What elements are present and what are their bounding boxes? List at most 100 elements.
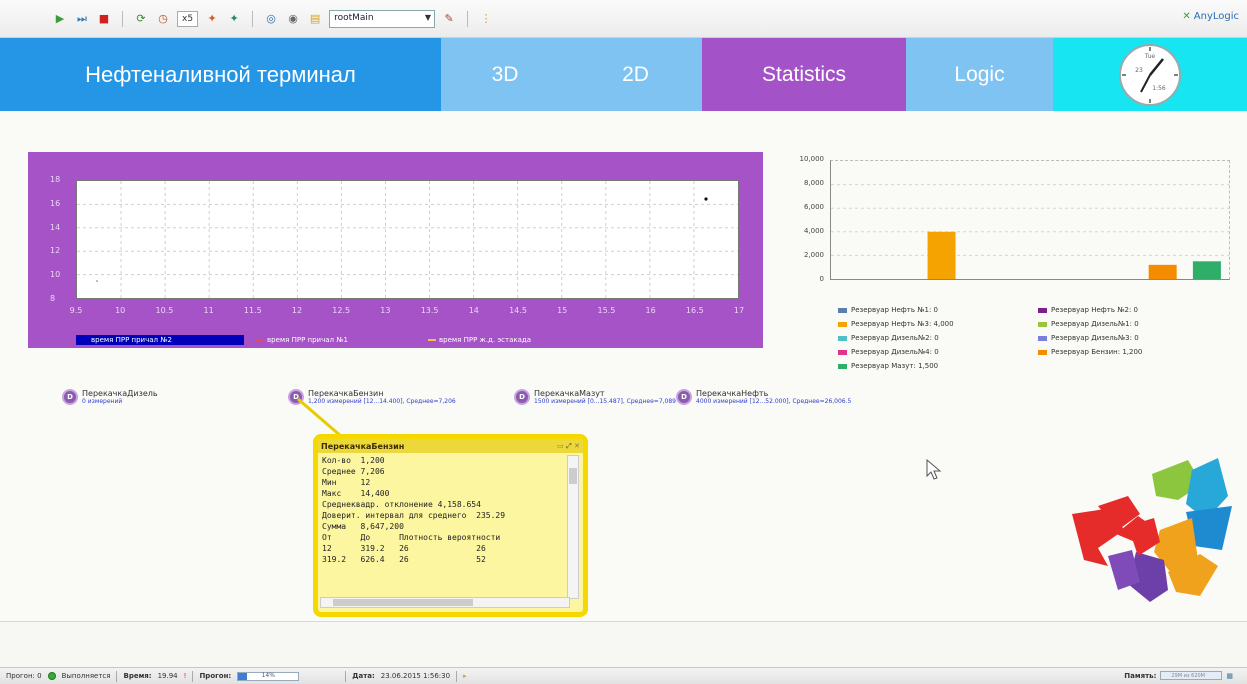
legend-swatch [838,307,847,313]
data-point [704,197,708,201]
memory-bar: 29М из 620М [1160,671,1223,680]
dataset-icon: D [62,389,78,405]
scroll-thumb[interactable] [333,599,473,606]
popup-vertical-scrollbar[interactable] [567,455,579,599]
time-plot-grid [77,181,738,298]
simulation-window: ▶ ⏭ ■ ⟳ ◷ x5 ✦ ✦ ◎ ◉ ▤ rootMain ▼ ✎ ⋮ ✕ An… [0,0,1247,684]
more-icon[interactable]: ⋮ [478,11,494,27]
step-button[interactable]: ⏭ [74,11,90,27]
time-plot-y-tick: 10 [50,270,61,280]
legend-label: Резервуар Бензин: 1,200 [1051,348,1143,356]
clock-day: Tue [1144,53,1156,60]
legend-label: Резервуар Нефть №2: 0 [1051,306,1138,314]
tab-statistics[interactable]: Statistics [702,38,906,111]
popup-statistics-text: Кол-во 1,200 Среднее 7,206 Мин 12 Макс 14,4… [318,453,570,603]
logo-icon [1072,458,1232,602]
popup-title: ПерекачкаБензин [321,441,405,451]
run-label: Прогон: 0 [6,672,42,680]
slower-icon[interactable]: ✦ [204,11,220,27]
toolbar-divider [122,10,123,27]
run-state: Выполняется [61,672,111,680]
dataset-oil[interactable]: D ПерекачкаНефть 4000 измерений [12...52.… [676,389,851,405]
time-plot-y-tick: 8 [50,294,56,303]
time-plot-x-tick: 14 [468,306,479,315]
dataset-fuel-oil[interactable]: D ПерекачкаМазут 1500 измерений [0...15.4… [514,389,676,405]
legend-item-berth-2: время ПРР причал №2 [76,335,244,345]
stop-button[interactable]: ■ [96,11,112,27]
popup-horizontal-scrollbar[interactable] [320,597,570,608]
bar-legend-item: Резервуар Дизель№1: 0 [1038,320,1238,328]
inspect-icon[interactable]: ✎ [441,11,457,27]
faster-icon[interactable]: ✦ [226,11,242,27]
tab-3d[interactable]: 3D [441,38,569,111]
bar [927,231,956,279]
status-bar: Прогон: 0 Выполняется Время: 19.94 ! Про… [0,667,1247,684]
status-play-icon: ▸ [463,672,467,680]
time-plot-x-tick: 13 [380,306,391,315]
page-title: Нефтеналивной терминал [0,38,441,111]
bar-chart-y-tick: 8,000 [803,179,824,187]
time-plot-y-tick: 18 [50,175,61,184]
time-plot-x-tick: 14.5 [509,306,527,315]
garbage-collect-icon[interactable]: ▦ [1226,672,1233,680]
bar-legend-item: Резервуар Дизель№3: 0 [1038,334,1238,342]
progress-label: Прогон: [199,672,232,680]
dataset-diesel[interactable]: D ПерекачкаДизель 0 измерений [62,389,158,405]
time-plot-x-tick: 12.5 [332,306,351,315]
legend-label: Резервуар Дизель№4: 0 [851,348,939,356]
time-plot-x-tick: 15 [557,306,568,315]
bar-chart-y-tick: 6,000 [803,203,824,211]
memory-indicator: Память: 29М из 620М ▦ [1124,671,1233,680]
popup-titlebar[interactable]: ПерекачкаБензин ▭ ⤢ ✕ [318,439,583,453]
bar-legend-item: Резервуар Нефть №2: 0 [1038,306,1238,314]
popup-line: Среднеквадр. отклонение 4,158.654 [322,500,481,509]
view-area-icon[interactable]: ▤ [307,11,323,27]
run-progress-bar: 14% [237,671,300,681]
statistics-view: 18 16 14 12 10 8 9.5 10 10.5 11 11.5 12 12.5 13 13.5 1… [0,111,1247,621]
popup-window-controls[interactable]: ▭ ⤢ ✕ [557,442,583,451]
bar-legend-item: Резервуар Нефть №1: 0 [838,306,1038,314]
camera-icon[interactable]: ◉ [285,11,301,27]
popup-line: Макс 14,400 [322,489,390,498]
view-area-value: rootMain [334,12,374,23]
run-button[interactable]: ▶ [52,11,68,27]
progress-percent: 14% [261,671,275,679]
navigation-bar: Нефтеналивной терминал 3D 2D Statistics … [0,38,1247,111]
time-plot-x-tick: 15.5 [597,306,616,315]
popup-line: Сумма 8,647,200 [322,522,404,531]
speed-selector[interactable]: x5 [177,10,199,27]
status-divider [192,670,194,682]
bar [1192,261,1221,279]
anylogic-link[interactable]: ✕ AnyLogic [1182,11,1239,22]
tab-2d[interactable]: 2D [569,38,702,111]
view-area-combo[interactable]: rootMain ▼ [329,9,436,28]
legend-item-berth-1: время ПРР причал №1 [256,335,348,345]
legend-swatch [428,339,436,341]
anylogic-label: AnyLogic [1193,11,1239,22]
bar-chart-y-tick: 2,000 [803,251,824,259]
inspect-popup[interactable]: ПерекачкаБензин ▭ ⤢ ✕ Кол-во 1,200 Среднее… [313,434,588,617]
dataset-name: ПерекачкаДизель [82,389,158,398]
legend-swatch [256,339,264,341]
timer-icon[interactable]: ◷ [155,11,171,27]
dataset-summary: 4000 измерений [12...52.000], Среднее=26… [696,398,852,405]
legend-swatch [838,335,847,341]
bar-legend-item: Резервуар Дизель№4: 0 [838,348,1038,356]
bar-chart-svg [831,184,1229,279]
popup-line: Мин 12 [322,478,371,487]
bar-chart-y-tick: 0 [819,275,824,283]
date-label: Дата: [352,672,375,680]
popup-callout [297,397,343,439]
time-plot-y-tick: 16 [50,198,61,208]
scroll-thumb[interactable] [569,468,577,484]
realtime-icon[interactable]: ⟳ [133,11,149,27]
bar-legend-item: Резервуар Дизель№2: 0 [838,334,1038,342]
status-divider [116,670,118,682]
anylogic-logo-icon: ✕ [1182,11,1191,22]
tab-logic[interactable]: Logic [906,38,1053,111]
time-plot-y-tick: 14 [50,222,61,232]
bar-chart-y-tick: 4,000 [803,227,824,235]
dataset-icon: D [514,389,530,405]
navigate-icon[interactable]: ◎ [263,11,279,27]
legend-swatch [1038,349,1047,355]
